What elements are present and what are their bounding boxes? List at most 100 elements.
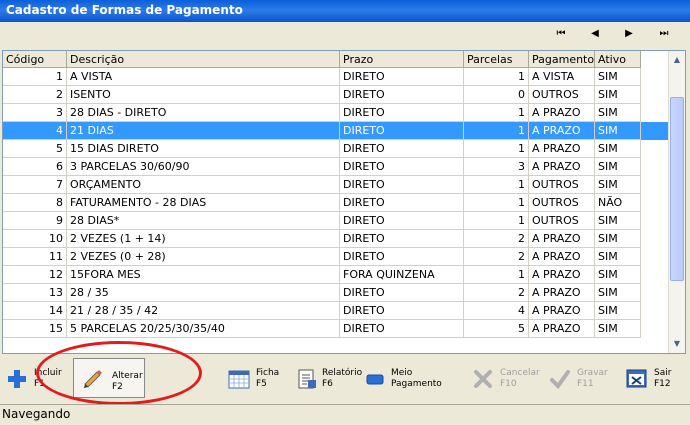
- cell-parcelas: 1: [464, 122, 529, 140]
- cell-pagamento: A PRAZO: [529, 230, 595, 248]
- cell-ativo: NÃO: [595, 194, 641, 212]
- cell-codigo: 3: [3, 104, 67, 122]
- table-row[interactable]: 2 ISENTO DIRETO 0 OUTROS SIM: [3, 86, 668, 104]
- cell-prazo: DIRETO: [340, 140, 464, 158]
- table-row[interactable]: 5 15 DIAS DIRETO DIRETO 1 A PRAZO SIM: [3, 140, 668, 158]
- alterar-button[interactable]: Alterar F2: [73, 358, 145, 398]
- incluir-button[interactable]: Incluir F1: [6, 362, 68, 398]
- cell-prazo: FORA QUINZENA: [340, 266, 464, 284]
- cell-pagamento: OUTROS: [529, 176, 595, 194]
- table-row[interactable]: 12 15FORA MES FORA QUINZENA 1 A PRAZO SIM: [3, 266, 668, 284]
- cell-codigo: 6: [3, 158, 67, 176]
- cell-pagamento: A PRAZO: [529, 248, 595, 266]
- cell-prazo: DIRETO: [340, 86, 464, 104]
- next-record-icon[interactable]: ▶: [620, 26, 638, 42]
- table-row[interactable]: 9 28 DIAS* DIRETO 1 OUTROS SIM: [3, 212, 668, 230]
- cell-pagamento: OUTROS: [529, 86, 595, 104]
- meio-pagamento-button[interactable]: Meio Pagamento: [366, 362, 446, 398]
- cell-codigo: 2: [3, 86, 67, 104]
- cell-pagamento: A PRAZO: [529, 266, 595, 284]
- sair-key: F12: [654, 379, 671, 389]
- table-row[interactable]: 13 28 / 35 DIRETO 2 A PRAZO SIM: [3, 284, 668, 302]
- column-header-pagamento[interactable]: Pagamento: [529, 51, 595, 68]
- column-header-prazo[interactable]: Prazo: [340, 51, 464, 68]
- cell-prazo: DIRETO: [340, 320, 464, 338]
- relatorio-button[interactable]: Relatório F6: [296, 362, 366, 398]
- cancelar-button[interactable]: Cancelar F10: [472, 362, 542, 398]
- column-header-codigo[interactable]: Código: [3, 51, 67, 68]
- cell-codigo: 15: [3, 320, 67, 338]
- table-row[interactable]: 10 2 VEZES (1 + 14) DIRETO 2 A PRAZO SIM: [3, 230, 668, 248]
- first-record-icon[interactable]: ⏮: [552, 26, 570, 42]
- ficha-button[interactable]: Ficha F5: [228, 362, 288, 398]
- cell-parcelas: 2: [464, 284, 529, 302]
- table-row[interactable]: 3 28 DIAS - DIRETO DIRETO 1 A PRAZO SIM: [3, 104, 668, 122]
- cancelar-key: F10: [500, 379, 517, 389]
- vertical-scrollbar[interactable]: ▲ ▼: [668, 51, 685, 353]
- calendar-icon: [228, 370, 250, 389]
- cell-ativo: SIM: [595, 266, 641, 284]
- plus-icon: [8, 370, 26, 388]
- scroll-thumb[interactable]: [670, 97, 684, 281]
- cell-ativo: SIM: [595, 86, 641, 104]
- cell-parcelas: 1: [464, 140, 529, 158]
- report-icon: [298, 369, 316, 389]
- cell-codigo: 7: [3, 176, 67, 194]
- column-header-ativo[interactable]: Ativo: [595, 51, 641, 68]
- sair-button[interactable]: Sair F12: [626, 362, 676, 398]
- cell-parcelas: 1: [464, 266, 529, 284]
- payment-grid[interactable]: Código Descrição Prazo Parcelas Pagament…: [2, 50, 686, 354]
- table-row[interactable]: 7 ORÇAMENTO DIRETO 1 OUTROS SIM: [3, 176, 668, 194]
- cell-codigo: 1: [3, 68, 67, 86]
- table-row[interactable]: 11 2 VEZES (0 + 28) DIRETO 2 A PRAZO SIM: [3, 248, 668, 266]
- gravar-key: F11: [577, 379, 594, 389]
- cell-pagamento: OUTROS: [529, 212, 595, 230]
- cell-codigo: 9: [3, 212, 67, 230]
- grid-header: Código Descrição Prazo Parcelas Pagament…: [3, 51, 668, 68]
- table-row[interactable]: 1A VISTA DIRETO 1 A VISTA SIM: [3, 68, 668, 86]
- cell-descricao: 21 / 28 / 35 / 42: [67, 302, 340, 320]
- cell-descricao: 15FORA MES: [67, 266, 340, 284]
- cell-ativo: SIM: [595, 230, 641, 248]
- cell-ativo: SIM: [595, 68, 641, 86]
- cell-prazo: DIRETO: [340, 176, 464, 194]
- meio-label: Meio: [391, 368, 413, 378]
- cell-prazo: DIRETO: [340, 284, 464, 302]
- status-bar: Navegando: [0, 404, 690, 425]
- cell-parcelas: 4: [464, 302, 529, 320]
- cell-parcelas: 2: [464, 230, 529, 248]
- column-header-descricao[interactable]: Descrição: [67, 51, 340, 68]
- table-row[interactable]: 14 21 / 28 / 35 / 42 DIRETO 4 A PRAZO SIM: [3, 302, 668, 320]
- cell-prazo: DIRETO: [340, 68, 464, 86]
- table-row[interactable]: 63 PARCELAS 30/60/90 DIRETO 3 A PRAZO SIM: [3, 158, 668, 176]
- cell-descricao: FATURAMENTO - 28 DIAS: [67, 194, 340, 212]
- cell-descricao: 3 PARCELAS 30/60/90: [67, 158, 340, 176]
- cell-prazo: DIRETO: [340, 104, 464, 122]
- table-row[interactable]: 8 FATURAMENTO - 28 DIAS DIRETO 1 OUTROS NÃO: [3, 194, 668, 212]
- scroll-down-icon[interactable]: ▼: [669, 336, 685, 352]
- cell-parcelas: 1: [464, 212, 529, 230]
- cell-codigo: 5: [3, 140, 67, 158]
- cell-ativo: SIM: [595, 104, 641, 122]
- table-row[interactable]: 4 21 DIAS DIRETO 1 A PRAZO SIM: [3, 122, 668, 140]
- pencil-icon: [84, 370, 102, 388]
- previous-record-icon[interactable]: ◀: [586, 26, 604, 42]
- relatorio-key: F6: [322, 379, 333, 389]
- ficha-key: F5: [256, 379, 267, 389]
- cell-pagamento: A PRAZO: [529, 284, 595, 302]
- cell-parcelas: 0: [464, 86, 529, 104]
- gravar-button[interactable]: Gravar F11: [549, 362, 609, 398]
- cell-ativo: SIM: [595, 302, 641, 320]
- cell-prazo: DIRETO: [340, 230, 464, 248]
- cell-ativo: SIM: [595, 320, 641, 338]
- scroll-up-icon[interactable]: ▲: [669, 52, 685, 68]
- cell-descricao: 28 / 35: [67, 284, 340, 302]
- column-header-parcelas[interactable]: Parcelas: [464, 51, 529, 68]
- incluir-label: Incluir: [34, 368, 62, 378]
- last-record-icon[interactable]: ⏭: [655, 26, 673, 42]
- table-row[interactable]: 15 5 PARCELAS 20/25/30/35/40 DIRETO 5 A PRAZ…: [3, 320, 668, 338]
- cell-pagamento: A PRAZO: [529, 158, 595, 176]
- cell-descricao: 5 PARCELAS 20/25/30/35/40: [67, 320, 340, 338]
- cell-descricao: A VISTA: [67, 68, 340, 86]
- alterar-label: Alterar: [112, 371, 143, 381]
